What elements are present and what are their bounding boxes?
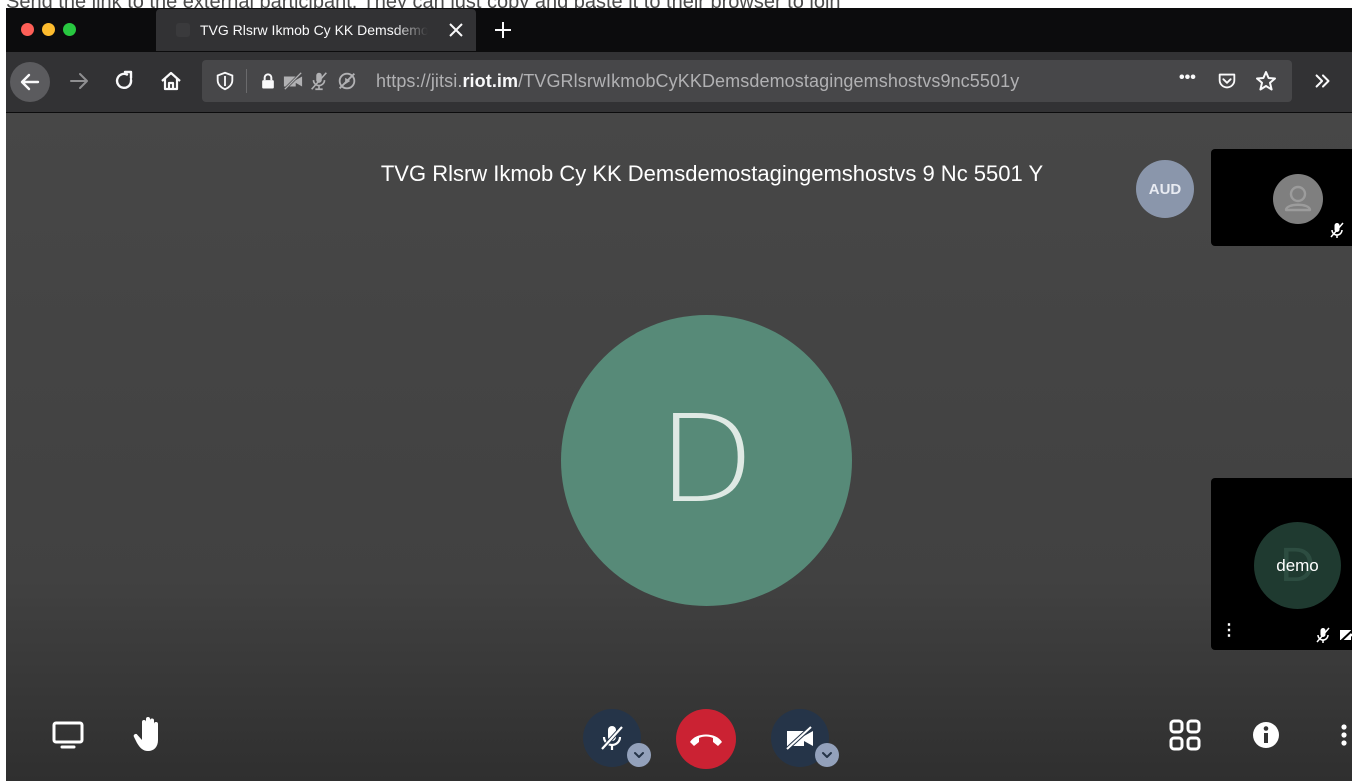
chevron-down-icon: [822, 752, 832, 758]
back-button[interactable]: [10, 62, 50, 102]
raise-hand-icon: [133, 717, 158, 751]
screen-share-button[interactable]: [48, 715, 88, 755]
url-path: /TVGRlsrwIkmobCyKKDemsdemostagingemshost…: [518, 71, 1020, 91]
avatar: [1273, 174, 1323, 224]
camera-button[interactable]: [771, 709, 839, 767]
tab-favicon-icon: [176, 23, 190, 37]
forward-button[interactable]: [62, 64, 96, 98]
plus-icon: [495, 22, 511, 38]
remote-video-thumbnail[interactable]: D demo ⋮: [1211, 478, 1352, 650]
camera-blocked-icon[interactable]: [282, 71, 304, 91]
new-tab-button[interactable]: [491, 18, 515, 42]
arrow-right-icon: [70, 73, 88, 89]
minimize-window-button[interactable]: [42, 23, 55, 36]
address-bar[interactable]: https://jitsi.riot.im/TVGRlsrwIkmobCyKKD…: [202, 60, 1292, 102]
tile-view-button[interactable]: [1164, 715, 1206, 755]
home-button[interactable]: [154, 64, 188, 98]
url-prefix: https://jitsi.: [376, 71, 463, 91]
microphone-blocked-icon[interactable]: [308, 70, 330, 92]
overflow-toolbar-button[interactable]: [1306, 64, 1340, 98]
thumbnail-menu-button[interactable]: ⋮: [1221, 620, 1237, 640]
close-window-button[interactable]: [21, 23, 34, 36]
mic-muted-icon: [600, 725, 624, 751]
mic-button[interactable]: [583, 709, 651, 767]
reload-button[interactable]: [107, 64, 141, 98]
raise-hand-button[interactable]: [128, 713, 172, 757]
shield-icon[interactable]: [214, 70, 236, 92]
user-icon: [1284, 185, 1312, 212]
bookmark-star-icon[interactable]: [1254, 69, 1278, 93]
tab-close-button[interactable]: [444, 18, 468, 42]
more-icon: [1341, 724, 1347, 746]
chevron-down-icon: [634, 752, 644, 758]
zoom-window-button[interactable]: [63, 23, 76, 36]
camera-off-icon: [785, 725, 813, 751]
reload-icon: [115, 70, 133, 89]
lock-icon[interactable]: [258, 71, 278, 91]
aud-badge: AUD: [1136, 160, 1194, 218]
audio-settings-button[interactable]: [627, 743, 651, 767]
info-button[interactable]: [1248, 717, 1284, 753]
urlbar-separator: [246, 69, 247, 93]
autoplay-blocked-icon[interactable]: [336, 70, 358, 92]
url-text[interactable]: https://jitsi.riot.im/TVGRlsrwIkmobCyKKD…: [376, 71, 1019, 92]
pocket-icon[interactable]: [1216, 70, 1238, 92]
close-icon: [449, 23, 463, 37]
more-options-button[interactable]: [1336, 717, 1352, 753]
monitor-icon: [52, 721, 84, 749]
caption-text: Send the link to the external participan…: [0, 0, 1352, 8]
tab-title: TVG Rlsrw Ikmob Cy KK Demsdemostagingems…: [200, 22, 428, 38]
navigation-toolbar: https://jitsi.riot.im/TVGRlsrwIkmobCyKKD…: [6, 52, 1352, 113]
local-video-thumbnail[interactable]: [1211, 149, 1352, 246]
avatar-initial: D: [657, 391, 756, 530]
tile-view-icon: [1169, 719, 1201, 751]
participant-avatar: D demo: [1254, 522, 1341, 609]
url-host: riot.im: [462, 71, 519, 91]
arrow-left-icon: [20, 73, 40, 91]
hangup-icon: [690, 734, 722, 746]
tab-active[interactable]: TVG Rlsrw Ikmob Cy KK Demsdemostagingems…: [156, 9, 476, 51]
home-icon: [161, 71, 181, 91]
dominant-speaker-avatar: D: [561, 315, 852, 606]
page-actions-button[interactable]: •••: [1179, 69, 1196, 87]
tab-bar: TVG Rlsrw Ikmob Cy KK Demsdemostagingems…: [6, 8, 1352, 52]
video-settings-button[interactable]: [815, 743, 839, 767]
info-icon: [1253, 722, 1279, 748]
mic-muted-icon: [1330, 222, 1344, 238]
chevron-double-right-icon: [1315, 74, 1330, 88]
camera-off-icon: [1339, 629, 1352, 643]
participant-name: demo: [1276, 555, 1319, 575]
hangup-button[interactable]: [676, 709, 736, 769]
browser-window: TVG Rlsrw Ikmob Cy KK Demsdemostagingems…: [6, 8, 1352, 781]
meeting-stage: TVG Rlsrw Ikmob Cy KK Demsdemostagingems…: [6, 113, 1352, 781]
mic-muted-icon: [1316, 627, 1330, 643]
